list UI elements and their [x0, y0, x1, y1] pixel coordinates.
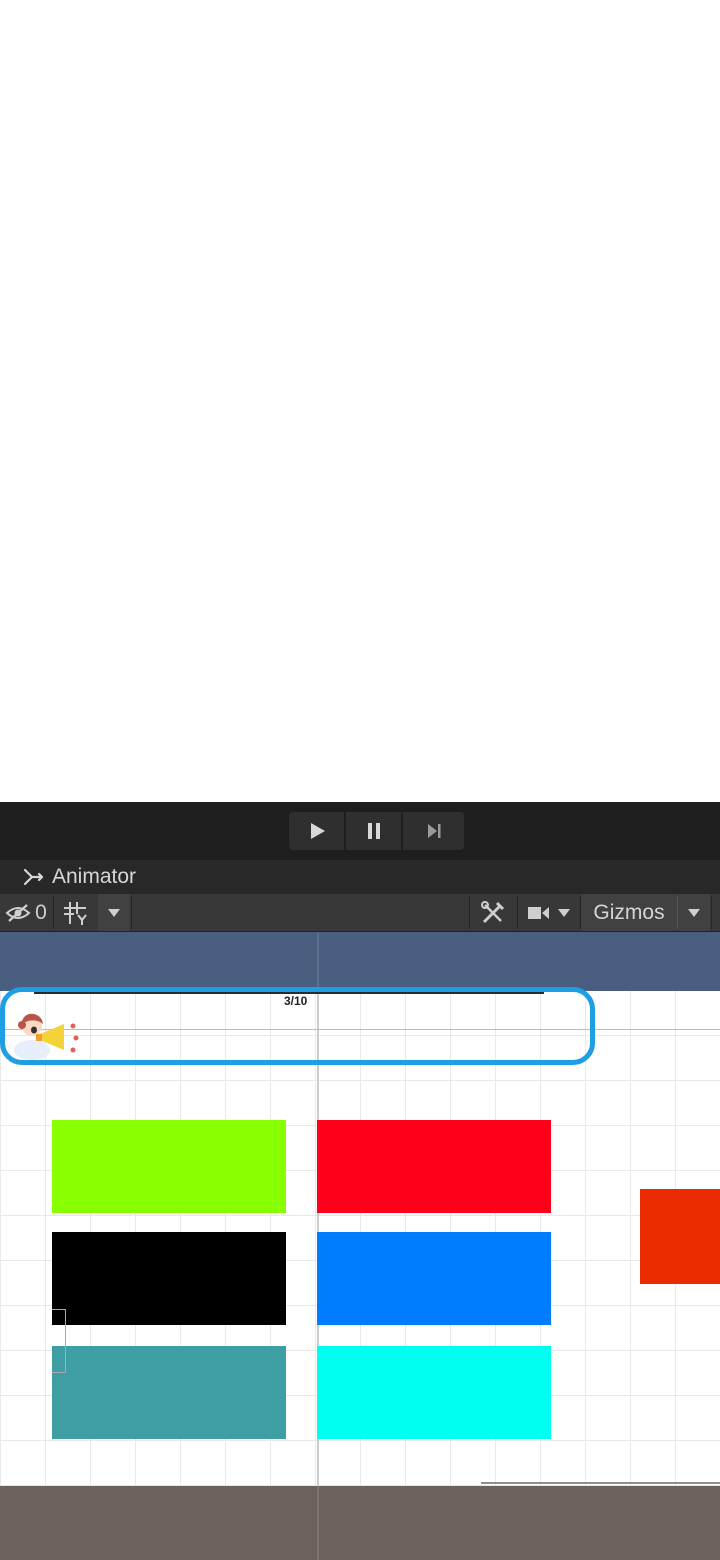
scene-header-band: [0, 932, 720, 991]
tab-animator[interactable]: Animator: [22, 865, 136, 889]
color-swatch[interactable]: [317, 1120, 551, 1213]
scene-toolbar: 0 Gizmos: [0, 894, 720, 932]
camera-icon: [528, 906, 549, 919]
color-swatch[interactable]: [317, 1346, 551, 1439]
center-axis-line: [317, 1486, 319, 1560]
footer-panel: [0, 1486, 720, 1560]
toolbar-divider: [131, 896, 132, 929]
play-controls: [289, 812, 464, 850]
toolbar-divider: [711, 896, 712, 929]
hidden-count: 0: [35, 900, 47, 924]
grid-snap-button[interactable]: [55, 894, 97, 931]
eye-hidden-icon: [5, 903, 31, 922]
gizmos-dropdown[interactable]: [678, 894, 710, 931]
window-tab-bar: Animator: [0, 860, 720, 894]
chevron-down-icon: [688, 908, 700, 917]
megaphone-mascot-icon: [14, 1013, 79, 1060]
selection-frame: [52, 1309, 66, 1373]
step-forward-icon: [427, 824, 440, 838]
play-controls-bar: [0, 802, 720, 860]
play-button[interactable]: [289, 812, 346, 850]
color-swatch[interactable]: [317, 1232, 551, 1325]
play-icon: [310, 823, 325, 839]
grid-snap-dropdown[interactable]: [98, 894, 130, 931]
animator-icon: [22, 865, 46, 889]
tab-label: Animator: [52, 865, 137, 888]
visibility-toggle[interactable]: 0: [0, 894, 52, 931]
color-swatch[interactable]: [52, 1232, 286, 1325]
step-button[interactable]: [403, 812, 464, 850]
chevron-down-icon: [108, 908, 120, 917]
announcement-counter: 3/10: [284, 994, 308, 1008]
tools-button[interactable]: [470, 894, 516, 931]
center-axis-line: [317, 932, 319, 991]
toolbar-divider: [53, 896, 54, 929]
side-block[interactable]: [640, 1189, 720, 1284]
scene-view[interactable]: 3/10: [0, 932, 720, 1486]
pause-button[interactable]: [346, 812, 403, 850]
chevron-down-icon: [558, 908, 570, 917]
scroll-indicator: [481, 1482, 720, 1484]
grid-snap-icon: [64, 901, 87, 925]
gizmos-label: Gizmos: [593, 900, 665, 924]
tools-icon: [481, 900, 505, 923]
empty-canvas-area: [0, 0, 720, 802]
pause-icon: [367, 823, 380, 839]
color-swatch[interactable]: [52, 1120, 286, 1213]
camera-dropdown[interactable]: [518, 894, 580, 931]
gizmos-button[interactable]: Gizmos: [581, 894, 677, 931]
color-swatch[interactable]: [52, 1346, 286, 1439]
